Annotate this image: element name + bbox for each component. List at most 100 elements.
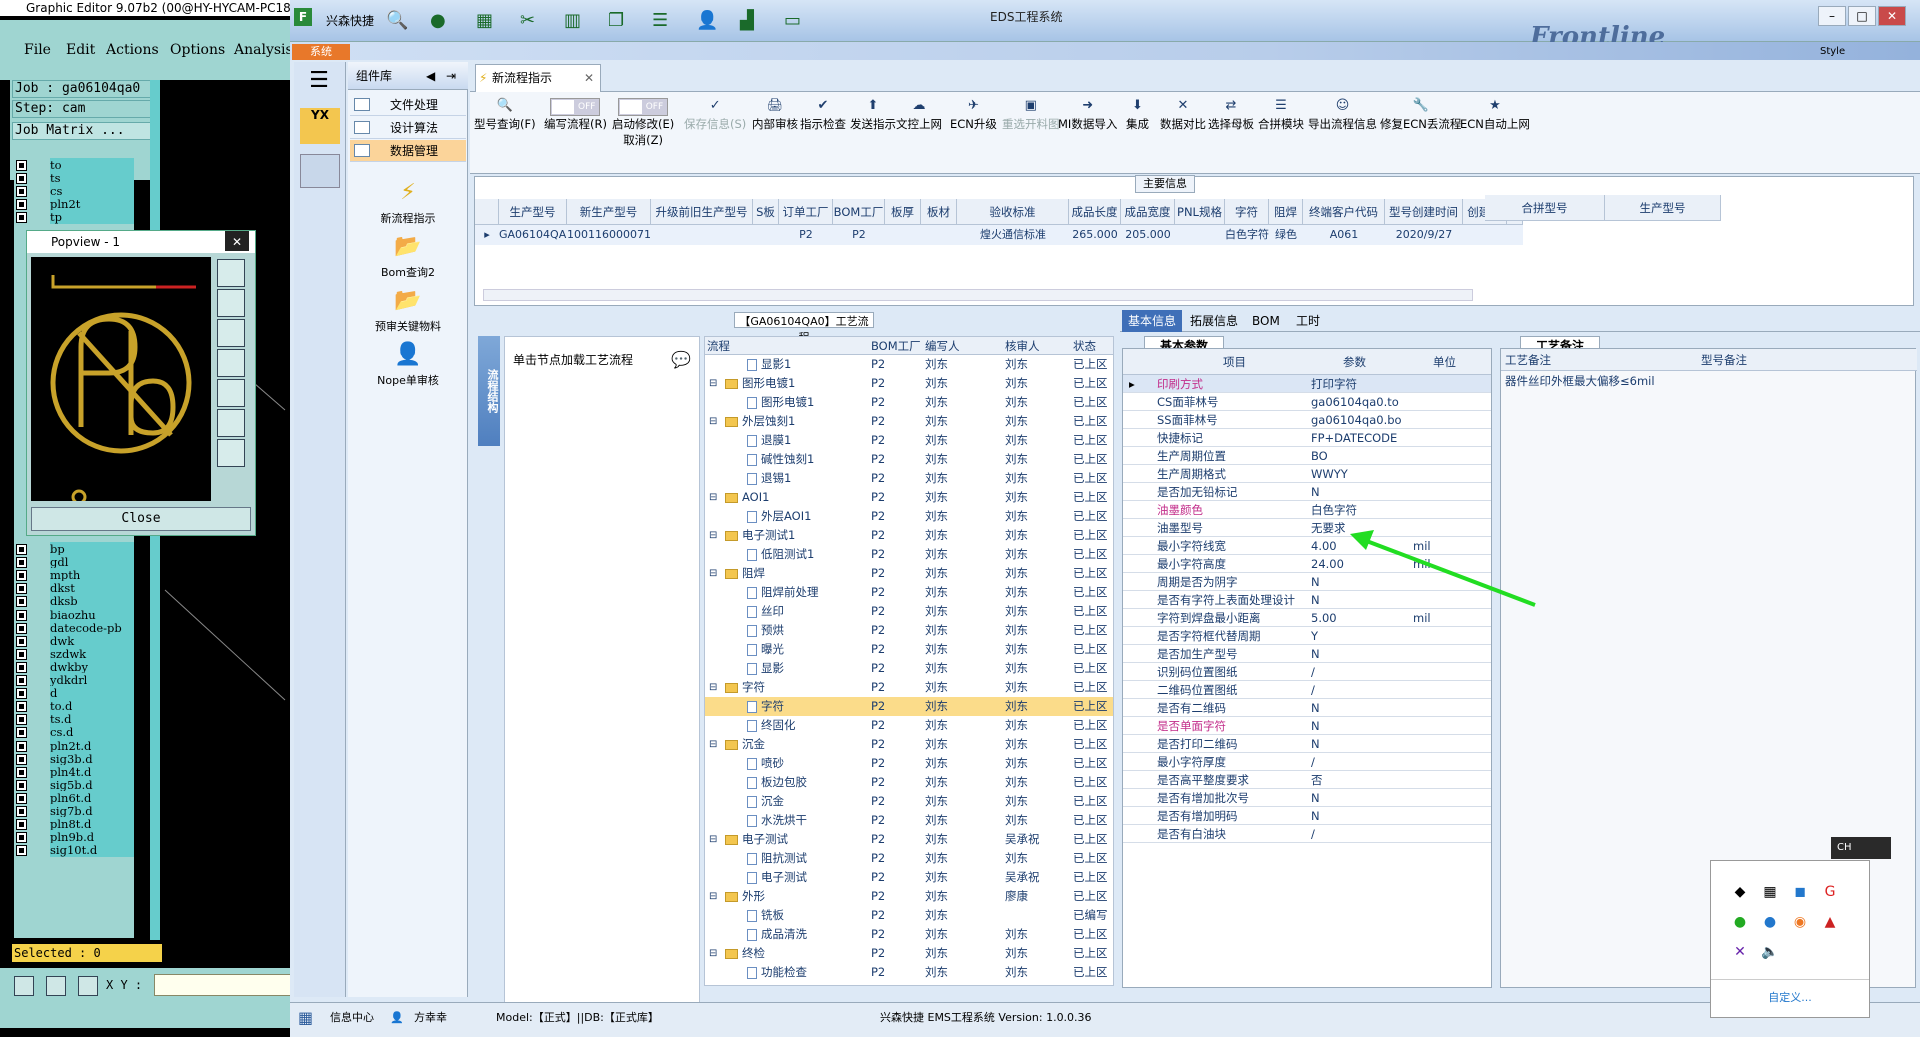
collapse-icon[interactable]: ⊟ (709, 830, 717, 849)
param-row[interactable]: 是否加生产型号 N (1123, 645, 1491, 663)
scissors-icon[interactable]: ✂ (520, 10, 535, 31)
param-value[interactable]: 打印字符 (1311, 375, 1357, 393)
xy-input[interactable] (154, 974, 294, 996)
param-row[interactable]: 是否有增加批次号 N (1123, 789, 1491, 807)
column-header[interactable]: 板厚 (885, 199, 921, 225)
tree-row[interactable]: 沉金 P2 刘东 刘东 已上区 (705, 792, 1113, 811)
collapse-icon[interactable]: ⊟ (709, 944, 717, 963)
bluetooth-icon[interactable]: ● (1761, 913, 1779, 931)
toolbar-button-6[interactable]: ⬆ 发送指示 (850, 98, 896, 132)
nav-big-bom-query[interactable]: 📂 Bom查询2 (358, 232, 458, 280)
param-value[interactable]: 否 (1311, 771, 1323, 789)
layer-row[interactable]: sig10t.d (14, 843, 134, 858)
param-row[interactable]: ▸ 印刷方式 打印字符 (1123, 375, 1491, 393)
pan-up-icon[interactable] (217, 289, 245, 317)
nav-item-file-processing[interactable]: 文件处理 (350, 94, 466, 116)
tree-row[interactable]: 电子测试1 ⊟ P2 刘东 刘东 已上区 (705, 526, 1113, 545)
param-value[interactable]: WWYY (1311, 465, 1348, 483)
collapse-icon[interactable]: ⊟ (709, 735, 717, 754)
tree-row[interactable]: 电子测试 P2 刘东 吴承祝 已上区 (705, 868, 1113, 887)
minimize-button[interactable]: – (1818, 6, 1846, 26)
param-row[interactable]: 字符到焊盘最小距离 5.00 mil (1123, 609, 1491, 627)
calculator-icon[interactable] (300, 154, 340, 188)
column-header[interactable]: 验收标准 (957, 199, 1069, 225)
param-row[interactable]: 是否有增加明码 N (1123, 807, 1491, 825)
globe-icon[interactable]: ● (430, 10, 446, 31)
param-row[interactable]: 是否有二维码 N (1123, 699, 1491, 717)
tree-row[interactable]: 字符 P2 刘东 刘东 已上区 (705, 697, 1113, 716)
layer-checkbox[interactable] (16, 727, 27, 739)
param-value[interactable]: N (1311, 717, 1320, 735)
nav-item-design-algorithm[interactable]: 设计算法 (350, 117, 466, 139)
measure-tool-icon[interactable] (46, 976, 66, 996)
collapse-icon[interactable]: ⊟ (709, 678, 717, 697)
toggle-switch[interactable]: OFF (618, 98, 669, 116)
param-row[interactable]: SS面菲林号 ga06104qa0.bo (1123, 411, 1491, 429)
column-header[interactable]: 型号创建时间 (1385, 199, 1463, 225)
select-tool-icon[interactable] (14, 976, 34, 996)
toolbar-button-3[interactable]: ✓ 保存信息(S) (684, 98, 746, 132)
param-value[interactable]: BO (1311, 447, 1328, 465)
pdf-icon[interactable]: ▲ (1821, 913, 1839, 931)
tree-row[interactable]: 退膜1 P2 刘东 刘东 已上区 (705, 431, 1113, 450)
toolbar-button-15[interactable]: ☺ 导出流程信息 (1308, 98, 1377, 132)
tree-row[interactable]: AOI1 ⊟ P2 刘东 刘东 已上区 (705, 488, 1113, 507)
popview-close-button[interactable]: Close (31, 507, 251, 531)
param-row[interactable]: 生产周期位置 BO (1123, 447, 1491, 465)
zoom-fit-icon[interactable] (217, 259, 245, 287)
param-row[interactable]: 二维码位置图纸 / (1123, 681, 1491, 699)
tree-row[interactable]: 喷砂 P2 刘东 刘东 已上区 (705, 754, 1113, 773)
pin-icon[interactable]: ⇥ (446, 62, 456, 90)
tab-basic-info[interactable]: 基本信息 (1122, 310, 1183, 332)
nav-big-nope-review[interactable]: 👤 Nope单审核 (358, 340, 458, 388)
collapse-icon[interactable]: ⊟ (709, 564, 717, 583)
layer-checkbox[interactable] (16, 819, 27, 831)
toolbar-button-8[interactable]: ✈ ECN升级 (950, 98, 997, 132)
param-value[interactable]: N (1311, 573, 1320, 591)
hamburger-icon[interactable]: ☰ (300, 68, 338, 96)
toolbar-button-7[interactable]: ☁ 文控上网 (896, 98, 942, 132)
horizontal-scrollbar[interactable] (483, 289, 1473, 301)
layer-checkbox[interactable] (16, 583, 27, 595)
tab-extended-info[interactable]: 拓展信息 (1184, 310, 1244, 332)
wechat-icon[interactable]: ● (1731, 913, 1749, 931)
tree-row[interactable]: 显影 P2 刘东 刘东 已上区 (705, 659, 1113, 678)
toolbar-button-4[interactable]: 🖨 内部审核 (752, 98, 798, 132)
tree-row[interactable]: 图形电镀1 ⊟ P2 刘东 刘东 已上区 (705, 374, 1113, 393)
layer-checkbox[interactable] (16, 661, 27, 673)
param-value[interactable]: N (1311, 807, 1320, 825)
tree-row[interactable]: 阻焊前处理 P2 刘东 刘东 已上区 (705, 583, 1113, 602)
ime-indicator[interactable]: CH (1831, 837, 1891, 859)
column-header[interactable]: 升级前旧生产型号 (651, 199, 753, 225)
side-column-header[interactable]: 合拼型号 (1485, 195, 1605, 221)
network-icon[interactable]: ▦ (1761, 883, 1779, 901)
param-row[interactable]: 是否打印二维码 N (1123, 735, 1491, 753)
toolbar-button-11[interactable]: ⬇ 集成 (1126, 98, 1149, 132)
param-value[interactable]: ga06104qa0.bo (1311, 411, 1402, 429)
tree-row[interactable]: 退锡1 P2 刘东 刘东 已上区 (705, 469, 1113, 488)
pan-down-icon[interactable] (217, 319, 245, 347)
ge-menu-edit[interactable]: Edit (66, 42, 95, 58)
tree-row[interactable]: 板边包胶 P2 刘东 刘东 已上区 (705, 773, 1113, 792)
param-row[interactable]: 是否有白油块 / (1123, 825, 1491, 843)
tree-row[interactable]: 终固化 P2 刘东 刘东 已上区 (705, 716, 1113, 735)
param-value[interactable]: Y (1311, 627, 1318, 645)
toolbar-button-16[interactable]: 🔧 修复ECN丢流程 (1380, 98, 1461, 132)
collapse-icon[interactable]: ⊟ (709, 526, 717, 545)
user-icon[interactable]: 👤 (696, 10, 718, 31)
app-tray-icon[interactable]: ◆ (1731, 883, 1749, 901)
layer-checkbox[interactable] (16, 173, 27, 184)
param-value[interactable]: N (1311, 645, 1320, 663)
side-column-header[interactable]: 生产型号 (1605, 195, 1721, 221)
column-header[interactable]: 新生产型号 (567, 199, 651, 225)
toolbar-button-0[interactable]: 🔍 型号查询(F) (474, 98, 536, 132)
param-value[interactable]: N (1311, 789, 1320, 807)
grid-icon[interactable]: ▦ (476, 10, 493, 31)
tree-row[interactable]: 曝光 P2 刘东 刘东 已上区 (705, 640, 1113, 659)
nav-big-new-process[interactable]: ⚡ 新流程指示 (358, 178, 458, 226)
layer-checkbox[interactable] (16, 570, 27, 582)
ge-menu-analysis[interactable]: Analysis (234, 42, 293, 58)
layer-checkbox[interactable] (16, 779, 27, 791)
customize-link[interactable]: 自定义... (1711, 979, 1869, 1015)
layer-checkbox[interactable] (16, 648, 27, 660)
